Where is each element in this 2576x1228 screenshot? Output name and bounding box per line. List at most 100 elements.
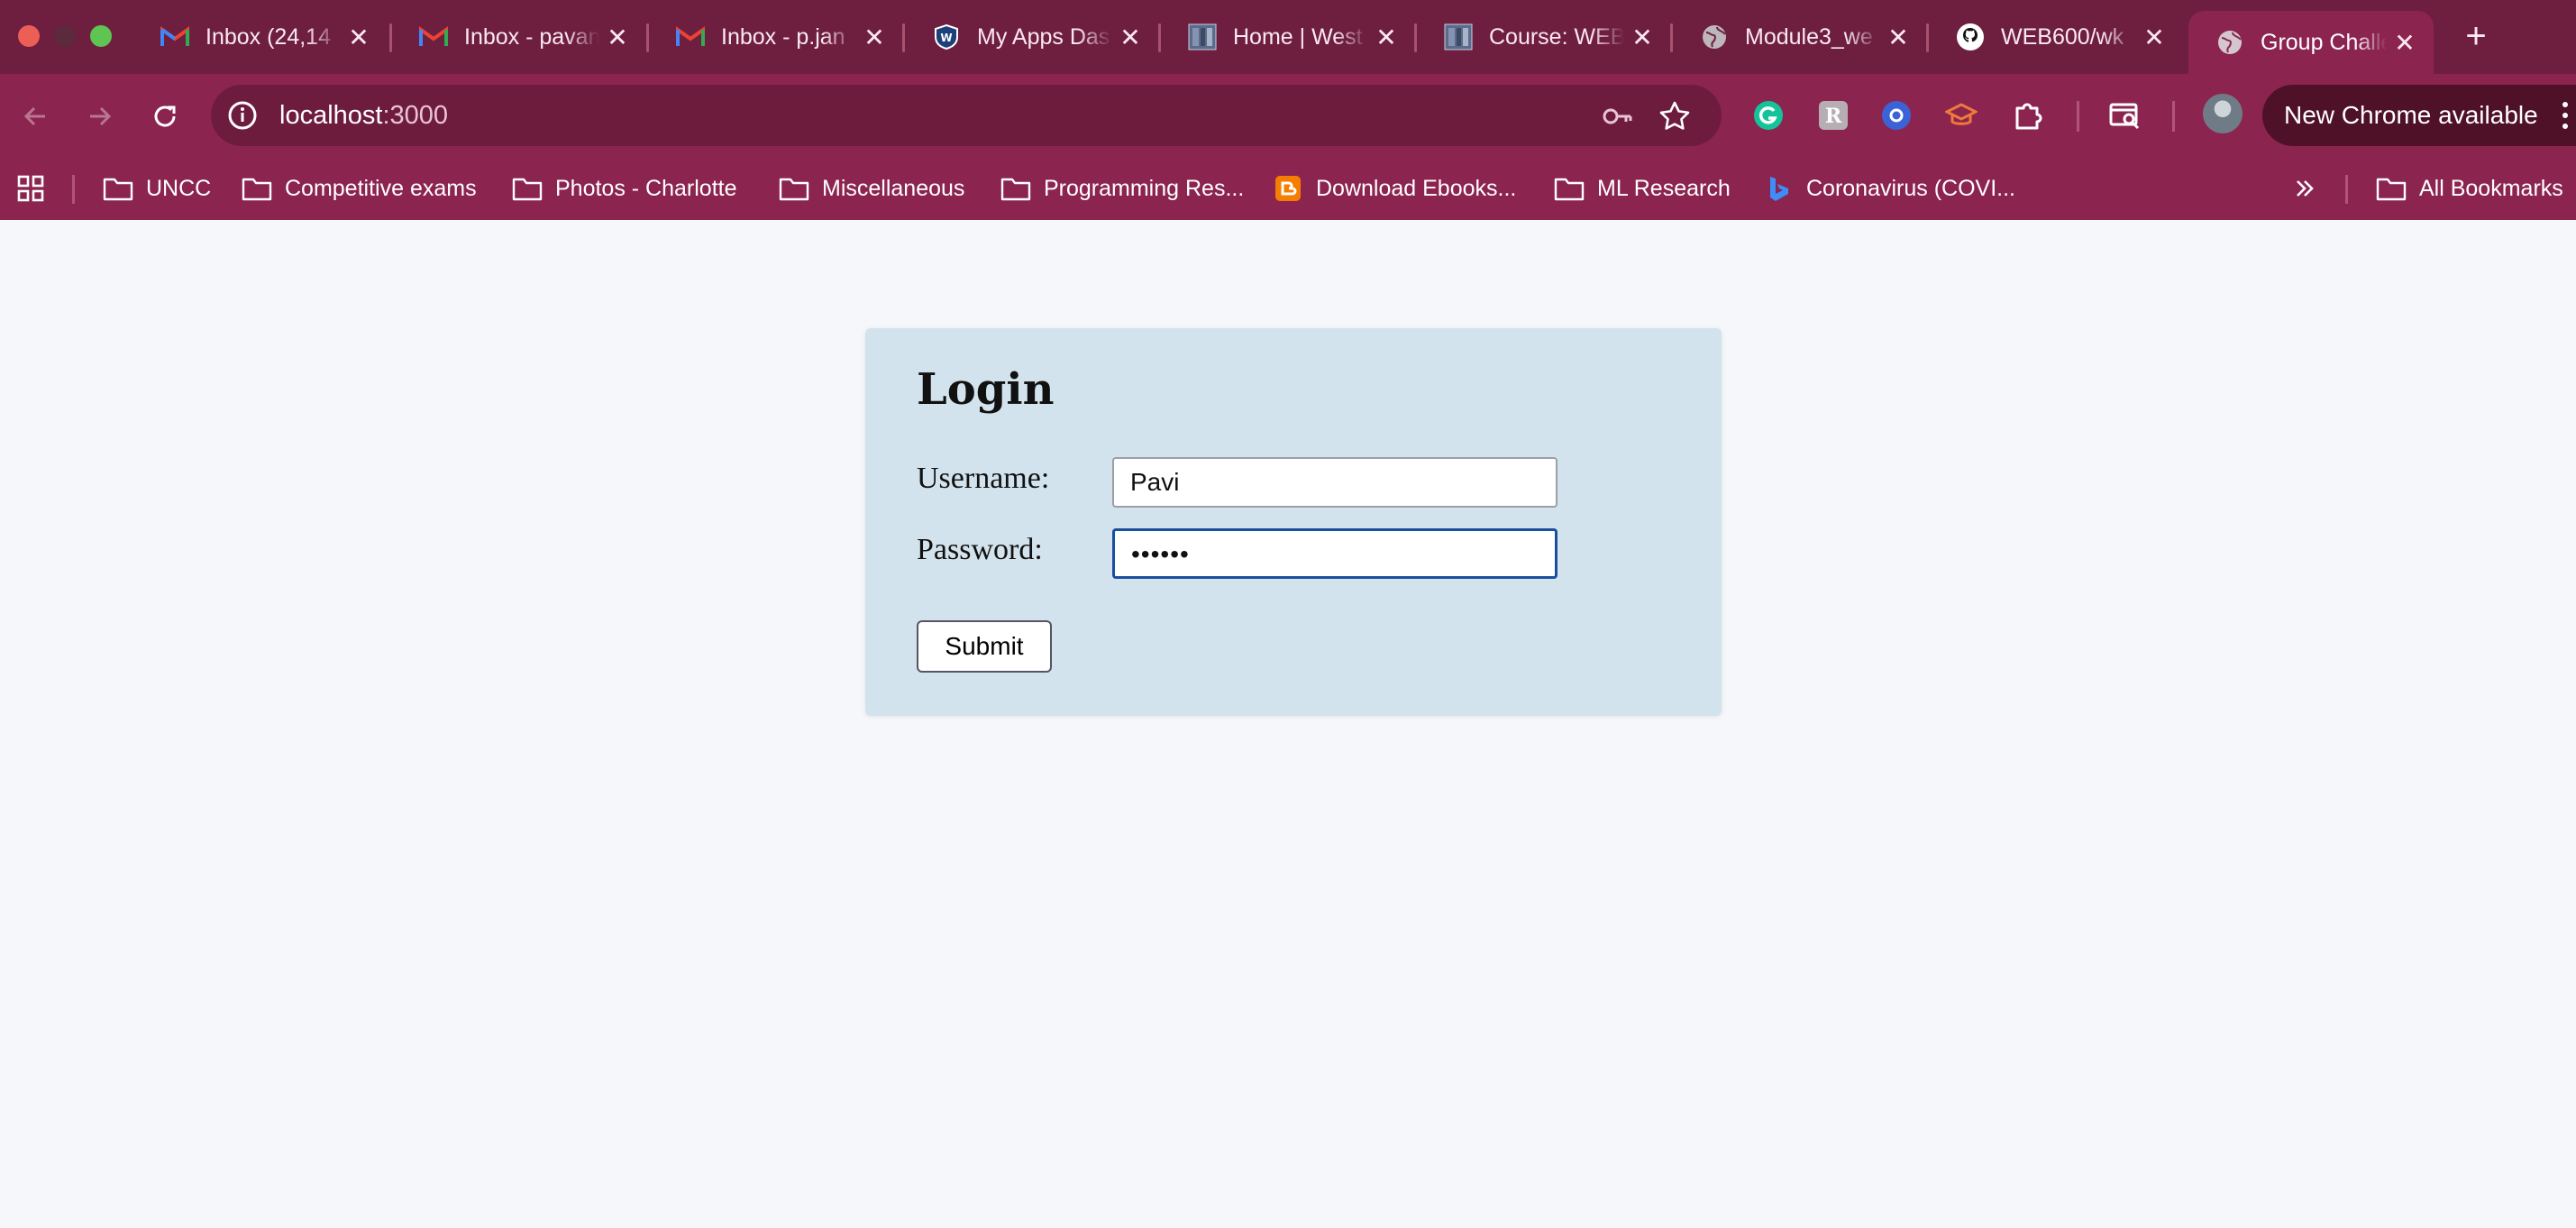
toolbar-separator [2077,101,2079,132]
svg-text:R: R [1825,105,1842,128]
tab-close-icon[interactable]: ✕ [1624,23,1660,52]
tab-close-icon[interactable]: ✕ [1112,23,1148,52]
bookmark-label: Photos - Charlotte [555,175,737,201]
extension-blue-icon[interactable] [1877,96,1916,135]
bookmark-label: UNCC [146,175,212,201]
new-tab-button[interactable]: + [2453,14,2498,60]
tab-close-icon[interactable]: ✕ [1880,23,1916,52]
bookmark-link[interactable]: Download Ebooks... [1273,157,1516,220]
bookmark-star-icon[interactable] [1658,100,1691,133]
browser-tab[interactable]: Course: WEB ✕ [1414,11,1671,63]
bookmark-folder[interactable]: ML Research [1554,157,1731,220]
forward-button[interactable] [78,94,123,139]
all-bookmarks-label: All Bookmarks [2419,175,2563,201]
browser-tab[interactable]: W My Apps Das ✕ [902,11,1159,63]
toolbar-separator [2172,101,2175,132]
browser-tab[interactable]: Module3_we ✕ [1670,11,1927,63]
back-button[interactable] [13,94,58,139]
gmail-icon [676,23,705,51]
chevron-double-right-icon [2297,180,2314,197]
extensions-puzzle-icon[interactable] [2008,96,2048,135]
bookmark-label: Competitive exams [285,175,477,201]
blogger-icon [1275,176,1301,201]
reload-icon [154,105,176,127]
bookmark-label: Miscellaneous [822,175,965,201]
password-input[interactable]: •••••• [1112,528,1557,579]
url-port: :3000 [382,101,449,130]
extension-r-icon[interactable]: R [1813,96,1853,135]
tab-separator [1414,23,1417,52]
more-menu-icon[interactable] [2556,97,2574,133]
svg-text:W: W [940,32,952,44]
submit-button[interactable]: Submit [917,620,1052,673]
bookmark-link[interactable]: Coronavirus (COVI... [1763,157,2015,220]
bookmark-separator [2345,175,2348,204]
grammarly-extension-icon[interactable] [1749,96,1788,135]
bookmark-folder[interactable]: UNCC [103,157,211,220]
folder-icon [512,178,543,201]
bookmark-folder[interactable]: Competitive exams [242,157,477,220]
globe-icon [1700,23,1729,51]
minimize-window-button[interactable] [54,25,76,47]
update-chrome-button[interactable]: New Chrome available [2262,85,2576,146]
tab-close-icon[interactable]: ✕ [599,23,635,52]
browser-tab[interactable]: Inbox (24,14 ✕ [133,11,388,63]
all-bookmarks-button[interactable]: All Bookmarks [2376,157,2563,220]
site-icon [1188,23,1217,51]
bookmark-separator [72,175,75,204]
apps-button[interactable] [16,157,45,220]
maximize-window-button[interactable] [90,25,112,47]
bookmark-label: Coronavirus (COVI... [1806,175,2016,201]
bookmark-folder[interactable]: Photos - Charlotte [512,157,737,220]
graduation-cap-icon[interactable] [1941,96,1981,135]
tab-title: Home | West [1233,23,1363,50]
tab-close-icon[interactable]: ✕ [341,23,377,52]
bing-icon [1770,177,1788,201]
bookmark-folder[interactable]: Miscellaneous [779,157,964,220]
tab-separator [1158,23,1161,52]
tab-search-icon[interactable] [2106,96,2145,135]
folder-icon [242,178,272,201]
tab-separator [1670,23,1673,52]
bookmarks-bar: UNCC Competitive exams Photos - Charlott… [0,157,2576,220]
reload-button[interactable] [142,94,187,139]
browser-tab[interactable]: Inbox - pavan ✕ [389,11,646,63]
globe-icon [2215,28,2244,57]
login-title: Login [917,364,1055,415]
tab-close-icon[interactable]: ✕ [2136,23,2172,52]
browser-tab[interactable]: WEB600/wk ✕ [1926,11,2183,63]
update-chip-label: New Chrome available [2284,101,2538,129]
bookmark-label: Download Ebooks... [1316,175,1517,201]
arrow-left-icon [23,106,45,126]
tab-title: Inbox - pavan [464,23,599,50]
site-info-icon[interactable] [227,100,258,131]
site-icon [1444,23,1473,51]
tab-separator [389,23,392,52]
more-bookmarks-button[interactable] [2291,157,2318,220]
tab-title: Module3_we [1745,23,1873,50]
folder-icon [103,178,133,201]
tab-strip: Inbox (24,14 ✕ Inbox - pavan ✕ Inbox - p… [0,0,2576,74]
tab-title: Inbox (24,14 [206,23,331,50]
browser-tab-active[interactable]: Group Challe ✕ [2188,11,2434,74]
folder-icon [2376,178,2407,201]
tab-close-icon[interactable]: ✕ [1368,23,1404,52]
tab-close-icon[interactable]: ✕ [2387,28,2423,58]
url-text[interactable]: localhost:3000 [279,85,448,146]
browser-toolbar: localhost:3000 R New Chrome available [0,74,2576,157]
browser-tab[interactable]: Home | West ✕ [1158,11,1415,63]
address-bar[interactable]: localhost:3000 [211,85,1722,146]
bookmark-folder[interactable]: Programming Res... [1000,157,1244,220]
bookmark-label: Programming Res... [1044,175,1245,201]
key-icon[interactable] [1601,100,1633,133]
tab-title: My Apps Das [977,23,1110,50]
gmail-icon [419,23,448,51]
browser-tab[interactable]: Inbox - p.jan ✕ [646,11,903,63]
close-window-button[interactable] [18,25,40,47]
username-input[interactable]: Pavi [1112,457,1557,508]
profile-avatar[interactable] [2203,94,2243,133]
bookmark-label: ML Research [1597,175,1731,201]
username-label: Username: [917,462,1050,495]
url-host: localhost [279,101,383,130]
tab-close-icon[interactable]: ✕ [856,23,892,52]
